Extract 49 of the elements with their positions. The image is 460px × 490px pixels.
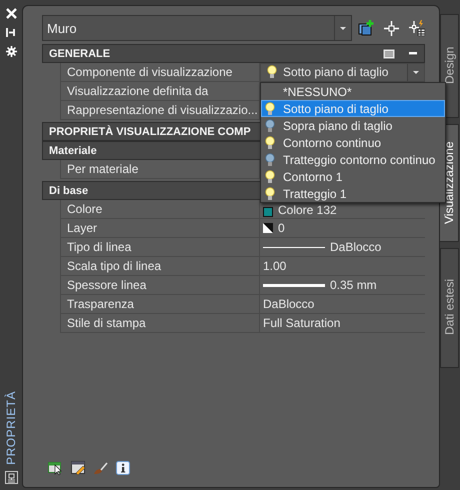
- section-title: Materiale: [49, 144, 97, 156]
- caret-icon: [340, 26, 346, 30]
- palette-title: PROPRIETÀ: [4, 391, 18, 465]
- lightbulb-icon: [265, 170, 275, 184]
- select-objects-icon[interactable]: [384, 20, 399, 36]
- property-value: 0: [278, 221, 285, 235]
- linetype-sample-icon: [263, 246, 325, 248]
- lightbulb-icon: [265, 102, 275, 116]
- color-swatch-icon: [263, 207, 273, 217]
- lightbulb-icon: [267, 65, 277, 79]
- lineweight-sample-icon: [263, 284, 325, 286]
- property-value: DaBlocco: [263, 297, 314, 311]
- collapse-icon[interactable]: [409, 52, 417, 55]
- property-value: 1.00: [263, 259, 286, 273]
- brush-icon[interactable]: [94, 462, 108, 474]
- property-value: Full Saturation: [263, 316, 340, 330]
- pin-icon[interactable]: [6, 27, 16, 38]
- section-title: GENERALE: [49, 48, 110, 60]
- info-icon[interactable]: [116, 461, 130, 475]
- properties-icon[interactable]: [4, 471, 18, 484]
- lightbulb-icon: [265, 136, 275, 150]
- lightbulb-icon: [265, 152, 275, 166]
- dropdown-value: Muro: [46, 20, 78, 36]
- property-label: Spessore linea: [60, 276, 260, 294]
- property-label: Trasparenza: [60, 295, 260, 313]
- palette-tab[interactable]: Dati estesi: [440, 248, 459, 368]
- add-object-icon[interactable]: [358, 20, 374, 36]
- property-value: DaBlocco: [330, 240, 382, 254]
- property-value: 0.35 mm: [330, 278, 377, 292]
- property-label: Scala tipo di linea: [60, 257, 260, 275]
- property-label: Stile di stampa: [60, 314, 260, 332]
- toggle-pickadd-icon[interactable]: [48, 462, 63, 474]
- style-editor-icon[interactable]: [71, 461, 86, 475]
- section-title: Di base: [49, 184, 88, 196]
- lightbulb-icon: [265, 186, 275, 200]
- property-label: Colore: [60, 200, 260, 218]
- property-label: Layer: [60, 219, 260, 237]
- caret-icon: [413, 70, 419, 74]
- layer-icon: [263, 223, 273, 233]
- section-title: PROPRIETÀ VISUALIZZAZIONE COMP: [49, 126, 251, 138]
- lightbulb-icon: [265, 118, 275, 132]
- section-header[interactable]: GENERALE: [42, 44, 425, 63]
- property-value: Colore 132: [278, 203, 337, 217]
- settings-icon[interactable]: [6, 46, 16, 57]
- close-icon[interactable]: [6, 8, 16, 19]
- dropdown-option[interactable]: Sotto piano di taglio: [261, 100, 445, 117]
- component-dropdown[interactable]: Sotto piano di taglio: [260, 62, 425, 82]
- object-type-dropdown[interactable]: Muro: [42, 15, 352, 41]
- property-label: Tipo di linea: [60, 238, 260, 256]
